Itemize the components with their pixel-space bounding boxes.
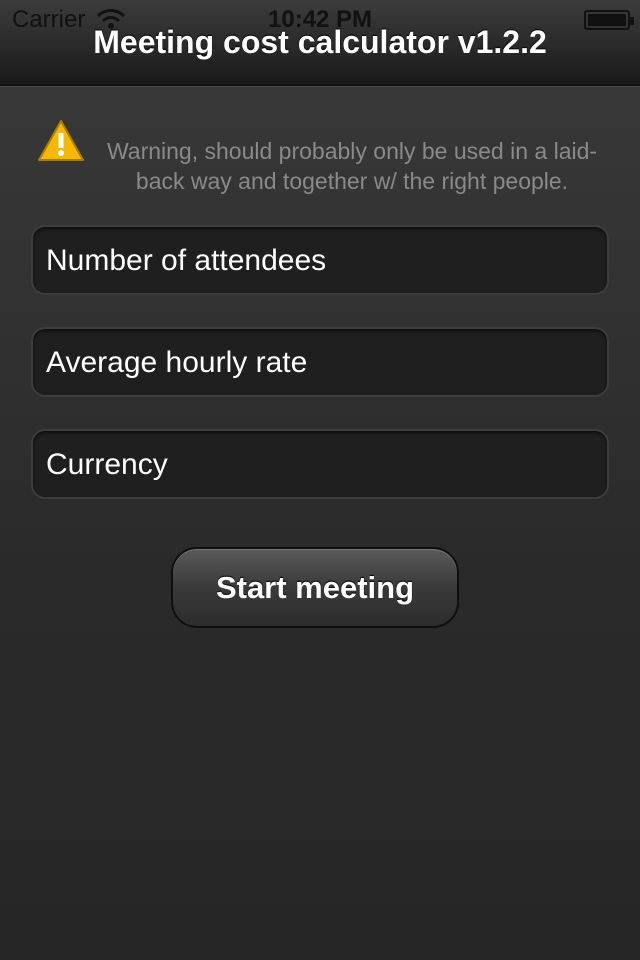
hourly-rate-placeholder: Average hourly rate xyxy=(46,346,308,379)
attendees-field[interactable]: Number of attendees xyxy=(31,225,609,295)
warning-text: Warning, should probably only be used in… xyxy=(106,138,598,194)
page-title: Meeting cost calculator v1.2.2 xyxy=(93,24,547,60)
start-meeting-button[interactable]: Start meeting xyxy=(171,547,459,628)
navigation-bar: Carrier 10:42 PM Meeting cost calculator… xyxy=(0,0,640,86)
currency-field[interactable]: Currency xyxy=(31,429,609,499)
attendees-placeholder: Number of attendees xyxy=(46,244,327,277)
hourly-rate-field[interactable]: Average hourly rate xyxy=(31,327,609,397)
warning-icon xyxy=(38,120,84,161)
currency-placeholder: Currency xyxy=(46,448,168,481)
